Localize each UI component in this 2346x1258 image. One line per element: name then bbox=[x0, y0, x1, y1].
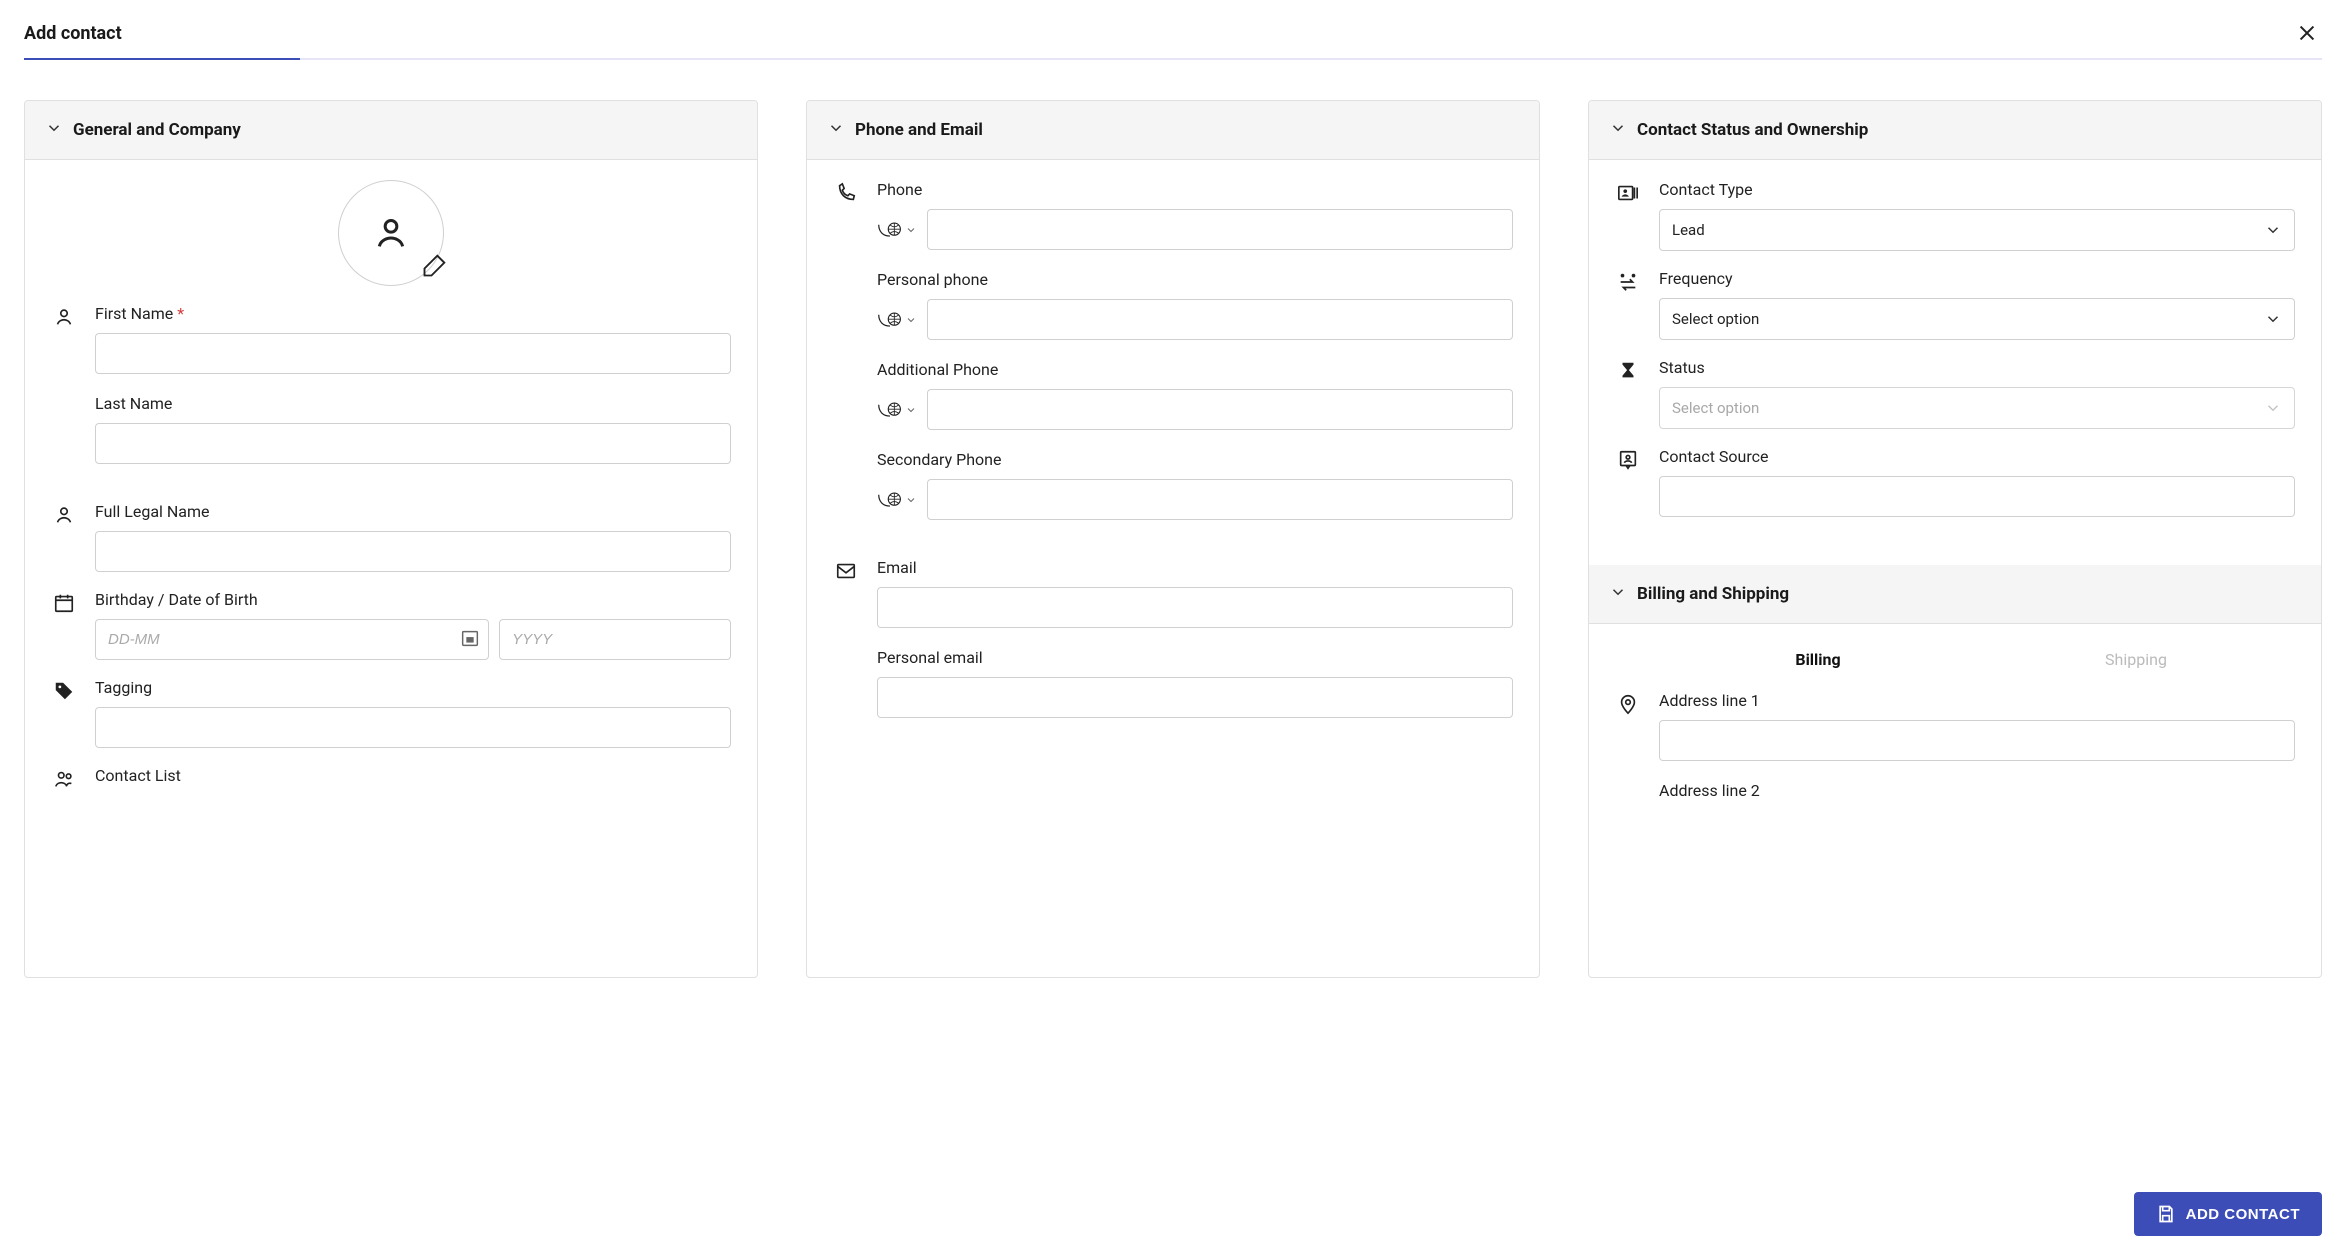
personal-email-label: Personal email bbox=[877, 648, 1513, 667]
country-code-selector[interactable] bbox=[877, 401, 919, 419]
status-select[interactable]: Select option bbox=[1659, 387, 2295, 429]
last-name-input[interactable] bbox=[95, 423, 731, 464]
personal-phone-label: Personal phone bbox=[877, 270, 1513, 289]
chevron-down-icon bbox=[45, 119, 63, 141]
contact-source-label: Contact Source bbox=[1659, 447, 2295, 466]
birthday-year-input[interactable] bbox=[499, 619, 731, 660]
additional-phone-label: Additional Phone bbox=[877, 360, 1513, 379]
tab-billing[interactable]: Billing bbox=[1659, 644, 1977, 675]
contact-card-icon bbox=[1615, 180, 1641, 204]
hourglass-icon bbox=[1615, 358, 1641, 382]
phone-label: Phone bbox=[877, 180, 1513, 199]
country-code-selector[interactable] bbox=[877, 221, 919, 239]
tab-shipping[interactable]: Shipping bbox=[1977, 644, 2295, 675]
tagging-input[interactable] bbox=[95, 707, 731, 748]
additional-phone-input[interactable] bbox=[927, 389, 1513, 430]
panel-status-billing: Contact Status and Ownership Contact Typ… bbox=[1588, 100, 2322, 978]
chevron-down-icon bbox=[2264, 221, 2282, 239]
person-icon bbox=[51, 304, 77, 328]
location-icon bbox=[1615, 691, 1641, 715]
panel-general: General and Company First Name * bbox=[24, 100, 758, 978]
frequency-select[interactable]: Select option bbox=[1659, 298, 2295, 340]
chevron-down-icon bbox=[2264, 310, 2282, 328]
contact-source-input[interactable] bbox=[1659, 476, 2295, 517]
panel-title-billing: Billing and Shipping bbox=[1637, 584, 1789, 604]
panel-header-billing[interactable]: Billing and Shipping bbox=[1589, 565, 2321, 624]
contact-list-label: Contact List bbox=[95, 766, 731, 785]
calendar-picker-icon[interactable] bbox=[459, 627, 481, 653]
personal-email-input[interactable] bbox=[877, 677, 1513, 718]
add-contact-button[interactable]: ADD CONTACT bbox=[2134, 1192, 2322, 1236]
secondary-phone-label: Secondary Phone bbox=[877, 450, 1513, 469]
progress-bar bbox=[24, 58, 2322, 60]
group-icon bbox=[51, 766, 77, 790]
form-columns: General and Company First Name * bbox=[0, 60, 2346, 978]
full-legal-name-label: Full Legal Name bbox=[95, 502, 731, 521]
panel-header-status[interactable]: Contact Status and Ownership bbox=[1589, 101, 2321, 160]
status-label: Status bbox=[1659, 358, 2295, 377]
panel-phone-email: Phone and Email Phone bbox=[806, 100, 1540, 978]
personal-phone-input[interactable] bbox=[927, 299, 1513, 340]
phone-input[interactable] bbox=[927, 209, 1513, 250]
chevron-down-icon bbox=[827, 119, 845, 141]
person-icon bbox=[371, 213, 411, 253]
address1-label: Address line 1 bbox=[1659, 691, 2295, 710]
dialog-title: Add contact bbox=[24, 23, 122, 44]
calendar-icon bbox=[51, 590, 77, 614]
country-code-selector[interactable] bbox=[877, 491, 919, 509]
birthday-daymonth-input[interactable] bbox=[95, 619, 489, 660]
chevron-down-icon bbox=[2264, 399, 2282, 417]
phone-icon bbox=[833, 180, 859, 204]
chevron-down-icon bbox=[1609, 119, 1627, 141]
first-name-input[interactable] bbox=[95, 333, 731, 374]
save-icon bbox=[2156, 1204, 2176, 1224]
tagging-label: Tagging bbox=[95, 678, 731, 697]
address1-input[interactable] bbox=[1659, 720, 2295, 761]
dialog-header: Add contact bbox=[0, 0, 2346, 58]
person-icon bbox=[51, 502, 77, 526]
secondary-phone-input[interactable] bbox=[927, 479, 1513, 520]
chevron-down-icon bbox=[1609, 583, 1627, 605]
country-code-selector[interactable] bbox=[877, 311, 919, 329]
pencil-icon[interactable] bbox=[421, 251, 449, 283]
tag-icon bbox=[51, 678, 77, 702]
panel-header-general[interactable]: General and Company bbox=[25, 101, 757, 160]
contact-type-select[interactable]: Lead bbox=[1659, 209, 2295, 251]
full-legal-name-input[interactable] bbox=[95, 531, 731, 572]
address2-label: Address line 2 bbox=[1659, 781, 2295, 800]
last-name-label: Last Name bbox=[95, 394, 731, 413]
avatar-upload[interactable] bbox=[51, 180, 731, 286]
source-icon bbox=[1615, 447, 1641, 471]
first-name-label: First Name * bbox=[95, 304, 731, 323]
email-input[interactable] bbox=[877, 587, 1513, 628]
panel-title-phone-email: Phone and Email bbox=[855, 120, 983, 140]
panel-title-general: General and Company bbox=[73, 120, 241, 140]
panel-title-status: Contact Status and Ownership bbox=[1637, 120, 1868, 140]
birthday-label: Birthday / Date of Birth bbox=[95, 590, 731, 609]
close-icon[interactable] bbox=[2292, 18, 2322, 48]
email-label: Email bbox=[877, 558, 1513, 577]
contact-type-label: Contact Type bbox=[1659, 180, 2295, 199]
frequency-icon bbox=[1615, 269, 1641, 293]
email-icon bbox=[833, 558, 859, 582]
panel-header-phone-email[interactable]: Phone and Email bbox=[807, 101, 1539, 160]
frequency-label: Frequency bbox=[1659, 269, 2295, 288]
